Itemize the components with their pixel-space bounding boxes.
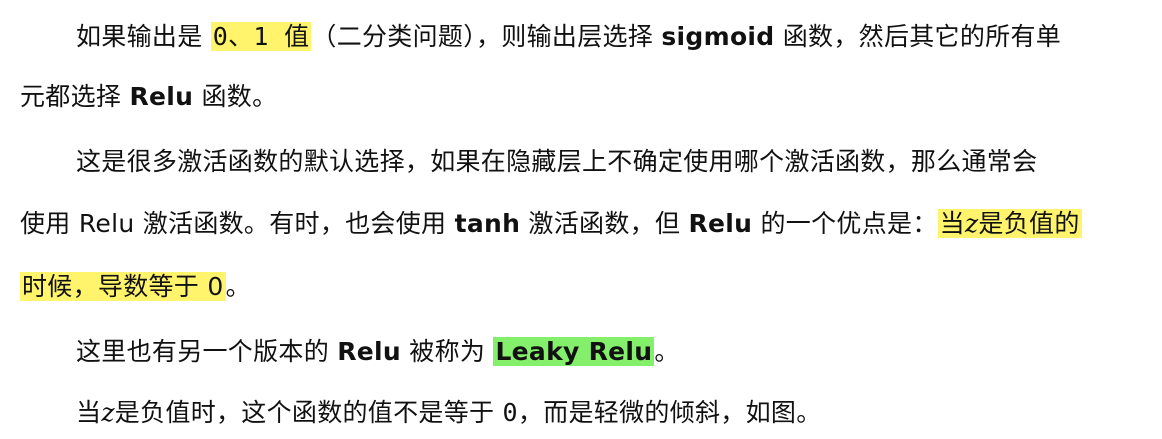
paragraph-3-line-1: 这里也有另一个版本的 Relu 被称为 Leaky Relu。 [76, 329, 680, 375]
text-span: 当 [939, 209, 965, 238]
text-span: 。 [654, 337, 680, 366]
paragraph-2-line-2: 使用 Relu 激活函数。有时，也会使用 tanh 激活函数，但 Relu 的一… [20, 201, 1082, 247]
text-span: 这是很多激活函数的默认选择，如果在隐藏层上不确定使用哪个激活函数，那么通常会 [76, 147, 1038, 176]
bold-term-tanh: tanh [454, 209, 521, 238]
text-span: 使用 Relu 激活函数。有时，也会使用 [20, 209, 455, 238]
bold-term-relu: Relu [688, 209, 753, 238]
highlight-zero-one-value: 0、1 值 [210, 22, 312, 51]
text-span: 函数。 [193, 82, 278, 111]
highlight-leaky-relu: Leaky Relu [493, 337, 655, 366]
math-variable-z: z [101, 398, 115, 427]
text-span: 当 [76, 398, 102, 427]
paragraph-1-line-1: 如果输出是 0、1 值（二分类问题），则输出层选择 sigmoid 函数，然后其… [76, 14, 1061, 60]
text-span: 是负值的 [978, 209, 1080, 238]
document-page: 如果输出是 0、1 值（二分类问题），则输出层选择 sigmoid 函数，然后其… [0, 0, 1162, 439]
text-span: 。 [225, 272, 251, 301]
paragraph-2-line-3: 时候，导数等于 0。 [20, 264, 251, 310]
text-span: 元都选择 [20, 82, 130, 111]
text-span: 是负值时，这个函数的值不是等于 [114, 398, 503, 427]
text-span: 的一个优点是： [752, 209, 938, 238]
text-span: 这里也有另一个版本的 [76, 337, 338, 366]
paragraph-2-line-1: 这是很多激活函数的默认选择，如果在隐藏层上不确定使用哪个激活函数，那么通常会 [76, 139, 1037, 185]
text-span: 如果输出是 [76, 22, 211, 51]
highlight-negative-z: 当z是负值的 [937, 209, 1082, 238]
paragraph-4-line-1: 当z是负值时，这个函数的值不是等于 0，而是轻微的倾斜，如图。 [76, 390, 822, 436]
bold-term-relu: Relu [337, 337, 402, 366]
text-span: （二分类问题），则输出层选择 [311, 22, 662, 51]
text-span: 函数，然后其它的所有单 [774, 22, 1062, 51]
bold-term-relu: Relu [129, 82, 194, 111]
text-span: 激活函数，但 [520, 209, 689, 238]
paragraph-1-line-2: 元都选择 Relu 函数。 [20, 74, 277, 120]
bold-term-sigmoid: sigmoid [661, 22, 775, 51]
text-span: 被称为 [401, 337, 494, 366]
number-zero: 0 [502, 398, 518, 427]
highlight-derivative-zero: 时候，导数等于 0 [20, 272, 226, 301]
text-span: ，而是轻微的倾斜，如图。 [517, 398, 822, 427]
math-variable-z: z [964, 209, 979, 238]
